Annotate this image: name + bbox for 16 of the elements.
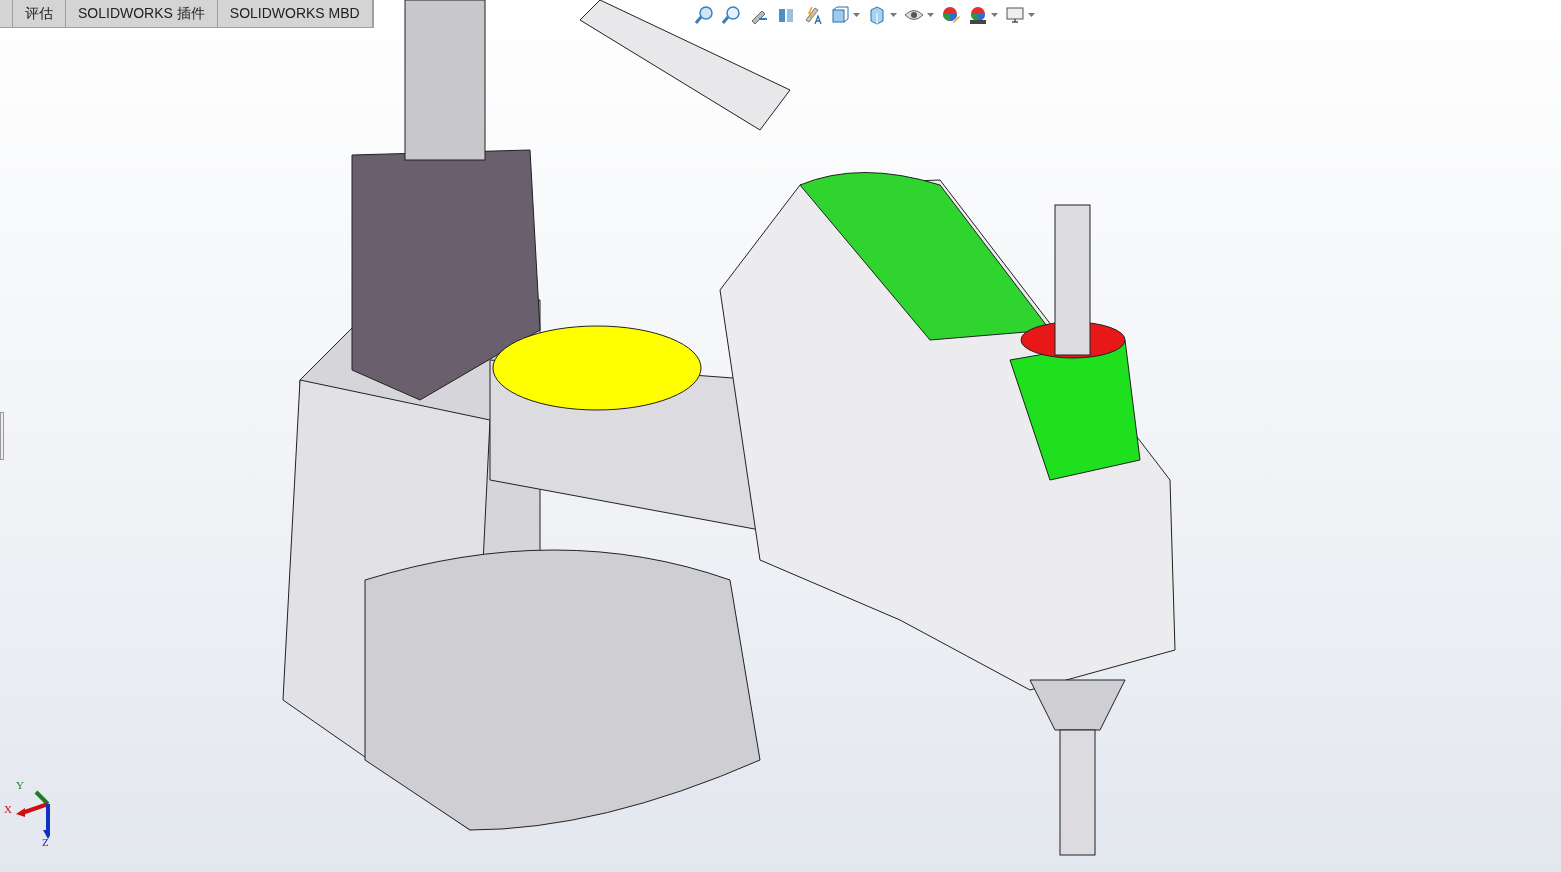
annotation-icon[interactable]	[803, 5, 823, 25]
display-style-icon[interactable]	[867, 5, 887, 25]
caret-icon[interactable]	[853, 13, 860, 17]
x-axis-label: X	[4, 804, 12, 815]
appearance-icon[interactable]	[941, 5, 961, 25]
z-axis-label: Z	[42, 837, 49, 848]
caret-icon[interactable]	[991, 13, 998, 17]
view-orientation-icon[interactable]	[830, 5, 850, 25]
caret-icon[interactable]	[927, 13, 934, 17]
scene-icon[interactable]	[968, 5, 988, 25]
zoom-area-icon[interactable]	[722, 5, 742, 25]
monitor-icon[interactable]	[1005, 5, 1025, 25]
y-axis-label: Y	[16, 780, 24, 791]
zoom-to-fit-icon[interactable]	[695, 5, 715, 25]
caret-icon[interactable]	[1028, 13, 1035, 17]
caret-icon[interactable]	[890, 13, 897, 17]
